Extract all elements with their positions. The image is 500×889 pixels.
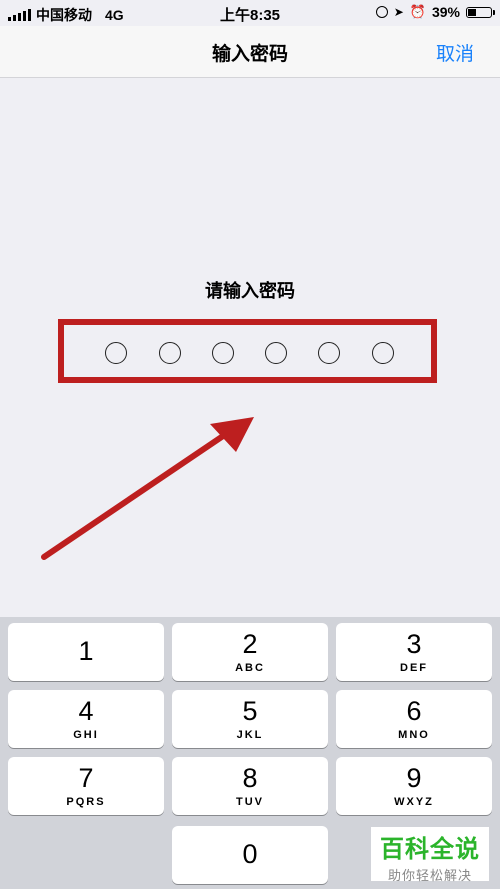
key-letters: WXYZ (394, 796, 434, 808)
key-digit: 0 (242, 839, 258, 869)
pin-dot-4 (265, 342, 287, 364)
key-9[interactable]: 9 WXYZ (336, 757, 492, 815)
watermark-title: 百科全说 (380, 836, 480, 863)
key-letters: TUV (236, 796, 264, 808)
key-1[interactable]: 1 (8, 623, 164, 681)
pin-dot-1 (105, 342, 127, 364)
battery-icon (466, 6, 495, 18)
alarm-icon: ⏰ (409, 4, 426, 19)
key-digit: 5 (242, 696, 258, 726)
key-4[interactable]: 4 GHI (8, 690, 164, 748)
pin-dot-3 (212, 342, 234, 364)
key-8[interactable]: 8 TUV (172, 757, 328, 815)
key-3[interactable]: 3 DEF (336, 623, 492, 681)
pin-dot-2 (159, 342, 181, 364)
battery-percent: 39% (431, 4, 460, 20)
orientation-lock-icon (375, 6, 388, 18)
passcode-field-highlight[interactable] (58, 319, 437, 383)
key-letters: DEF (400, 662, 428, 674)
key-2[interactable]: 2 ABC (172, 623, 328, 681)
key-digit: 1 (78, 636, 94, 666)
key-digit: 6 (406, 696, 422, 726)
watermark-logo: 百科全说 助你轻松解决 (371, 827, 489, 883)
key-letters: ABC (235, 662, 265, 674)
key-letters: JKL (236, 729, 264, 741)
pin-dot-6 (372, 342, 394, 364)
key-letters: PQRS (66, 796, 106, 808)
page-title: 输入密码 (211, 44, 288, 65)
key-5[interactable]: 5 JKL (172, 690, 328, 748)
watermark-subtitle: 助你轻松解决 (387, 868, 472, 883)
key-digit: 4 (78, 696, 94, 726)
pin-dot-5 (318, 342, 340, 364)
key-digit: 3 (406, 629, 422, 659)
status-right: ➤ ⏰ 39% (375, 4, 495, 20)
key-0[interactable]: 0 (172, 826, 328, 884)
key-digit: 2 (242, 629, 258, 659)
key-digit: 7 (78, 763, 94, 793)
key-letters: MNO (398, 729, 430, 741)
key-digit: 9 (406, 763, 422, 793)
passcode-prompt: 请输入密码 (205, 281, 295, 301)
battery-level (468, 8, 476, 16)
cancel-button[interactable]: 取消 (436, 39, 474, 66)
status-bar: 中国移动 4G 上午8:35 ➤ ⏰ 39% (0, 0, 500, 26)
location-icon: ➤ (393, 5, 404, 19)
nav-bar: 输入密码 取消 (0, 26, 500, 78)
key-letters: GHI (73, 729, 99, 741)
key-6[interactable]: 6 MNO (336, 690, 492, 748)
key-7[interactable]: 7 PQRS (8, 757, 164, 815)
key-digit: 8 (242, 763, 258, 793)
